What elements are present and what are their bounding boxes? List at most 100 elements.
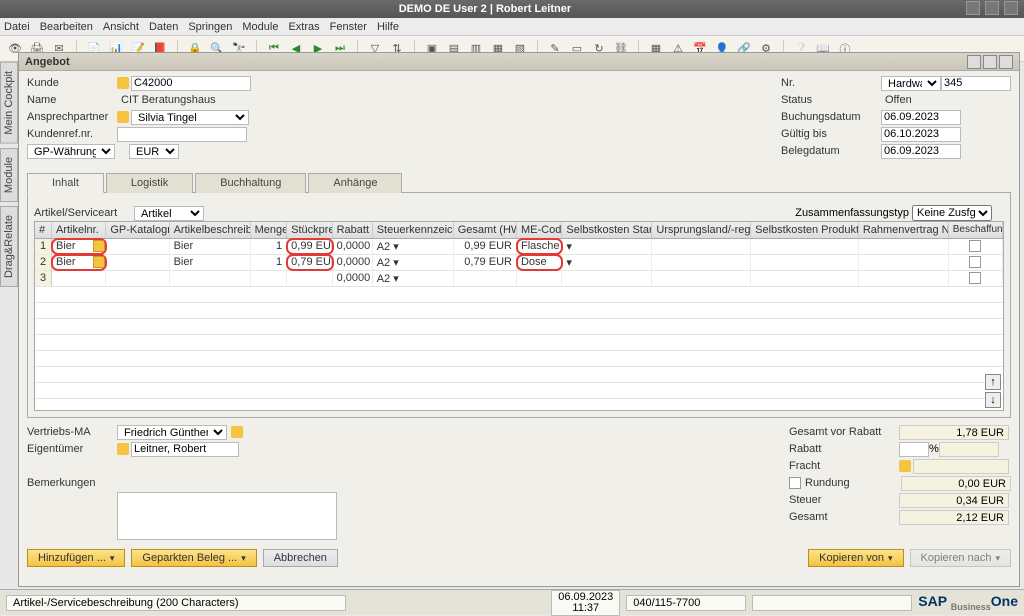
nr-type-select[interactable]: Hardware <box>881 76 941 91</box>
col-stk[interactable]: Steuerkennzeichen <box>373 222 454 238</box>
col-menge[interactable]: Menge <box>251 222 288 238</box>
beleg-input[interactable] <box>881 144 961 159</box>
tab-anhaenge[interactable]: Anhänge <box>308 173 402 193</box>
side-tab-module[interactable]: Module <box>0 148 18 202</box>
waehrung-select[interactable]: EUR <box>129 144 179 159</box>
menu-daten[interactable]: Daten <box>149 21 178 33</box>
col-urs[interactable]: Ursprungsland/-region <box>652 222 751 238</box>
copy-to-button[interactable]: Kopieren nach▾ <box>910 549 1011 567</box>
table-row[interactable]: 1 BierBier10,99 EUR0,0000A2 ▾0,99 EURFla… <box>35 239 1003 255</box>
col-selb2[interactable]: Selbstkosten Produktgruppe <box>751 222 859 238</box>
waehrung-type-select[interactable]: GP-Währung <box>27 144 115 159</box>
win-min-icon[interactable] <box>967 55 981 69</box>
cell-artnr[interactable] <box>52 271 106 286</box>
link-arrow-icon[interactable] <box>117 443 129 455</box>
gueltig-input[interactable] <box>881 127 961 142</box>
ansprech-select[interactable]: Silvia Tingel <box>131 110 249 125</box>
besch-checkbox[interactable] <box>969 240 981 252</box>
scroll-up-icon[interactable]: ↑ <box>985 374 1001 390</box>
kunde-input[interactable] <box>131 76 251 91</box>
cell-menge[interactable]: 1 <box>251 255 288 270</box>
cell-gesamt[interactable]: 0,99 EUR <box>454 239 517 254</box>
artsvc-select[interactable]: Artikel <box>134 206 204 221</box>
cell-preis[interactable]: 0,99 EUR <box>287 239 332 254</box>
cell-gesamt[interactable] <box>454 271 517 286</box>
maximize-icon[interactable] <box>985 1 999 15</box>
win-max-icon[interactable] <box>983 55 997 69</box>
cell-rabatt[interactable]: 0,0000 <box>333 239 373 254</box>
add-button[interactable]: Hinzufügen ...▾ <box>27 549 125 567</box>
cell-rahm[interactable] <box>859 271 949 286</box>
besch-checkbox[interactable] <box>969 272 981 284</box>
scroll-down-icon[interactable]: ↓ <box>985 392 1001 408</box>
cell-urs[interactable] <box>652 255 751 270</box>
cell-urs[interactable] <box>652 239 751 254</box>
link-arrow-icon[interactable] <box>899 460 911 472</box>
cell-stk[interactable]: A2 ▾ <box>373 239 454 254</box>
side-tab-drag[interactable]: Drag&Relate <box>0 206 18 287</box>
cell-rabatt[interactable]: 0,0000 <box>333 255 373 270</box>
cell-selb[interactable]: ▾ <box>562 255 652 270</box>
menu-springen[interactable]: Springen <box>188 21 232 33</box>
cell-stk[interactable]: A2 ▾ <box>373 271 454 286</box>
win-close-icon[interactable] <box>999 55 1013 69</box>
table-row[interactable]: 2 BierBier10,79 EUR0,0000A2 ▾0,79 EURDos… <box>35 255 1003 271</box>
cell-preis[interactable]: 0,79 EUR <box>287 255 332 270</box>
cell-selb2[interactable] <box>751 271 859 286</box>
cell-desc[interactable]: Bier <box>170 255 251 270</box>
table-row[interactable]: 3 0,0000A2 ▾ <box>35 271 1003 287</box>
menu-datei[interactable]: Datei <box>4 21 30 33</box>
col-gesamt[interactable]: Gesamt (HW) <box>454 222 517 238</box>
dropdown-icon[interactable] <box>93 240 105 252</box>
menu-hilfe[interactable]: Hilfe <box>377 21 399 33</box>
tab-inhalt[interactable]: Inhalt <box>27 173 104 193</box>
cell-kat[interactable] <box>106 239 169 254</box>
dropdown-icon[interactable] <box>93 256 105 268</box>
cell-gesamt[interactable]: 0,79 EUR <box>454 255 517 270</box>
menu-fenster[interactable]: Fenster <box>330 21 367 33</box>
cell-selb2[interactable] <box>751 239 859 254</box>
cell-stk[interactable]: A2 ▾ <box>373 255 454 270</box>
cell-me[interactable]: Flasche <box>517 239 562 254</box>
cell-desc[interactable] <box>170 271 251 286</box>
nr-input[interactable] <box>941 76 1011 91</box>
cell-kat[interactable] <box>106 271 169 286</box>
bemerk-textarea[interactable] <box>117 492 337 540</box>
eigen-input[interactable] <box>131 442 239 457</box>
col-selb[interactable]: Selbstkosten Standort <box>562 222 652 238</box>
col-kat[interactable]: GP-Katalognr. <box>106 222 169 238</box>
link-arrow-icon[interactable] <box>231 426 243 438</box>
cell-preis[interactable] <box>287 271 332 286</box>
cell-artnr[interactable]: Bier <box>52 239 106 254</box>
buchung-input[interactable] <box>881 110 961 125</box>
menu-extras[interactable]: Extras <box>288 21 319 33</box>
vertrieb-select[interactable]: Friedrich Günther <box>117 425 227 440</box>
cell-rabatt[interactable]: 0,0000 <box>333 271 373 286</box>
col-besch[interactable]: Beschaffungsbeleg zulassen <box>949 222 1003 238</box>
minimize-icon[interactable] <box>966 1 980 15</box>
cell-kat[interactable] <box>106 255 169 270</box>
cell-rahm[interactable] <box>859 239 949 254</box>
col-rahm[interactable]: Rahmenvertrag Nr. <box>859 222 949 238</box>
tab-logistik[interactable]: Logistik <box>106 173 193 193</box>
cell-besch[interactable] <box>949 271 1003 286</box>
col-preis[interactable]: Stückpreis <box>287 222 332 238</box>
cell-urs[interactable] <box>652 271 751 286</box>
col-me[interactable]: ME-Code <box>517 222 562 238</box>
col-rabatt[interactable]: Rabatt % <box>333 222 373 238</box>
cell-selb[interactable]: ▾ <box>562 239 652 254</box>
menu-ansicht[interactable]: Ansicht <box>103 21 139 33</box>
link-arrow-icon[interactable] <box>117 77 129 89</box>
link-arrow-icon[interactable] <box>117 111 129 123</box>
cell-selb[interactable] <box>562 271 652 286</box>
besch-checkbox[interactable] <box>969 256 981 268</box>
cell-besch[interactable] <box>949 239 1003 254</box>
col-desc[interactable]: Artikelbeschreibung <box>170 222 251 238</box>
tab-buchhaltung[interactable]: Buchhaltung <box>195 173 306 193</box>
side-tab-cockpit[interactable]: Mein Cockpit <box>0 62 18 144</box>
copy-from-button[interactable]: Kopieren von▾ <box>808 549 903 567</box>
cell-me[interactable] <box>517 271 562 286</box>
cell-besch[interactable] <box>949 255 1003 270</box>
cell-artnr[interactable]: Bier <box>52 255 106 270</box>
summary-select[interactable]: Keine Zusfg. <box>912 205 992 221</box>
